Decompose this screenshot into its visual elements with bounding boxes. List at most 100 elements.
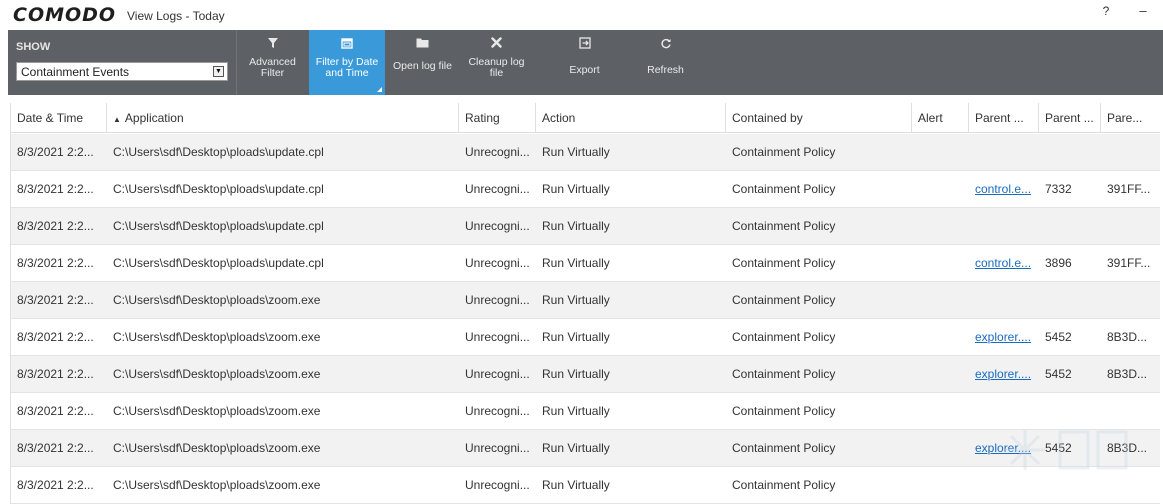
table-row[interactable]: 8/3/2021 2:2... C:\Users\sdf\Desktop\ploa…: [11, 356, 1160, 393]
corner-arrow-icon: [377, 87, 382, 92]
cell-parent-process[interactable]: explorer....: [969, 319, 1039, 355]
refresh-button[interactable]: Refresh: [628, 30, 703, 95]
export-button[interactable]: Export: [547, 30, 622, 95]
cell-application: C:\Users\sdf\Desktop\ploads\zoom.exe: [113, 441, 321, 455]
cell-application: C:\Users\sdf\Desktop\ploads\zoom.exe: [113, 330, 321, 344]
filter-icon: [237, 37, 308, 50]
cell-application: C:\Users\sdf\Desktop\ploads\update.cpl: [113, 145, 324, 159]
table-row[interactable]: 8/3/2021 2:2... C:\Users\sdf\Desktop\ploa…: [11, 467, 1160, 504]
table-header: Date & Time ▲ Application Rating Action C…: [11, 103, 1160, 133]
table-row[interactable]: 8/3/2021 2:2... C:\Users\sdf\Desktop\ploa…: [11, 282, 1160, 319]
logs-table: Date & Time ▲ Application Rating Action C…: [10, 103, 1160, 504]
open-log-file-button[interactable]: Open log file: [386, 30, 459, 95]
cell-parent-process: [969, 134, 1039, 170]
cell-rating: Unrecogni...: [465, 256, 530, 270]
cleanup-log-file-button[interactable]: Cleanup log file: [460, 30, 533, 95]
table-row[interactable]: 8/3/2021 2:2... C:\Users\sdf\Desktop\ploa…: [11, 430, 1160, 467]
comodo-logo: COMODO: [13, 4, 117, 26]
cell-alert: [912, 171, 969, 207]
cell-parent-pid: 5452: [1045, 367, 1072, 381]
advanced-filter-label: Advanced Filter: [249, 56, 296, 79]
cell-parent-process[interactable]: control.e...: [969, 245, 1039, 281]
column-action[interactable]: Action: [536, 103, 726, 133]
column-alert[interactable]: Alert: [912, 103, 969, 133]
cell-application: C:\Users\sdf\Desktop\ploads\zoom.exe: [113, 478, 321, 492]
cell-application: C:\Users\sdf\Desktop\ploads\update.cpl: [113, 182, 324, 196]
minimize-button[interactable]: –: [1136, 3, 1150, 19]
cell-alert: [912, 208, 969, 244]
cell-action: Run Virtually: [542, 367, 610, 381]
help-button[interactable]: ?: [1099, 4, 1113, 20]
cell-contained-by: Containment Policy: [732, 145, 836, 159]
cell-parent-pid: 7332: [1045, 182, 1072, 196]
cell-date-time: 8/3/2021 2:2...: [17, 441, 94, 455]
cell-rating: Unrecogni...: [465, 441, 530, 455]
column-rating[interactable]: Rating: [459, 103, 536, 133]
cell-date-time: 8/3/2021 2:2...: [17, 145, 94, 159]
column-parent-1[interactable]: Parent ...: [969, 103, 1039, 133]
cell-action: Run Virtually: [542, 404, 610, 418]
column-application[interactable]: ▲ Application: [107, 103, 459, 133]
show-dropdown[interactable]: Containment Events ▼: [16, 62, 228, 81]
cell-application: C:\Users\sdf\Desktop\ploads\zoom.exe: [113, 293, 321, 307]
advanced-filter-button[interactable]: Advanced Filter: [237, 30, 308, 95]
cell-action: Run Virtually: [542, 256, 610, 270]
show-panel: SHOW Containment Events ▼: [8, 30, 236, 95]
cell-action: Run Virtually: [542, 145, 610, 159]
column-date-time[interactable]: Date & Time: [11, 103, 107, 133]
cell-action: Run Virtually: [542, 182, 610, 196]
cell-parent-hash: 391FF...: [1107, 182, 1151, 196]
filter-by-date-button[interactable]: Filter by Date and Time: [309, 30, 385, 95]
watermark-logo: [1005, 430, 1128, 470]
table-row[interactable]: 8/3/2021 2:2... C:\Users\sdf\Desktop\ploa…: [11, 393, 1160, 430]
column-parent-2[interactable]: Parent ...: [1039, 103, 1101, 133]
cell-alert: [912, 134, 969, 170]
cell-rating: Unrecogni...: [465, 404, 530, 418]
cell-contained-by: Containment Policy: [732, 330, 836, 344]
dropdown-arrow-icon[interactable]: ▼: [213, 66, 224, 77]
cell-parent-process[interactable]: control.e...: [969, 171, 1039, 207]
cell-contained-by: Containment Policy: [732, 182, 836, 196]
cell-rating: Unrecogni...: [465, 330, 530, 344]
cell-contained-by: Containment Policy: [732, 256, 836, 270]
open-log-file-label: Open log file: [393, 60, 452, 72]
cell-contained-by: Containment Policy: [732, 441, 836, 455]
cell-parent-pid: 5452: [1045, 330, 1072, 344]
cell-rating: Unrecogni...: [465, 219, 530, 233]
cell-alert: [912, 393, 969, 429]
cell-parent-hash: 391FF...: [1107, 256, 1151, 270]
cell-alert: [912, 319, 969, 355]
cell-parent-hash: [1101, 208, 1160, 244]
cell-rating: Unrecogni...: [465, 367, 530, 381]
title-bar: COMODO View Logs - Today ? –: [0, 0, 1163, 30]
calendar-icon: [309, 37, 385, 50]
table-row[interactable]: 8/3/2021 2:2... C:\Users\sdf\Desktop\ploa…: [11, 208, 1160, 245]
sort-ascending-icon: ▲: [113, 115, 121, 124]
table-row[interactable]: 8/3/2021 2:2... C:\Users\sdf\Desktop\ploa…: [11, 245, 1160, 282]
cell-alert: [912, 356, 969, 392]
cell-date-time: 8/3/2021 2:2...: [17, 404, 94, 418]
cell-parent-hash: [1101, 282, 1160, 318]
table-row[interactable]: 8/3/2021 2:2... C:\Users\sdf\Desktop\ploa…: [11, 171, 1160, 208]
cell-parent-process: [969, 208, 1039, 244]
cell-parent-pid: [1039, 208, 1101, 244]
export-label: Export: [569, 64, 600, 76]
cell-action: Run Virtually: [542, 293, 610, 307]
table-row[interactable]: 8/3/2021 2:2... C:\Users\sdf\Desktop\ploa…: [11, 319, 1160, 356]
folder-icon: [386, 37, 459, 50]
cell-rating: Unrecogni...: [465, 293, 530, 307]
cell-date-time: 8/3/2021 2:2...: [17, 256, 94, 270]
cell-alert: [912, 282, 969, 318]
cell-parent-hash: 8B3D...: [1107, 330, 1148, 344]
table-row[interactable]: 8/3/2021 2:2... C:\Users\sdf\Desktop\ploa…: [11, 134, 1160, 171]
export-icon: [547, 37, 622, 50]
cell-parent-process[interactable]: explorer....: [969, 356, 1039, 392]
column-contained-by[interactable]: Contained by: [726, 103, 912, 133]
cell-alert: [912, 245, 969, 281]
refresh-label: Refresh: [647, 64, 684, 76]
column-parent-3[interactable]: Pare...: [1101, 103, 1160, 133]
cell-contained-by: Containment Policy: [732, 478, 836, 492]
refresh-icon: [628, 37, 703, 50]
cell-contained-by: Containment Policy: [732, 219, 836, 233]
toolbar: SHOW Containment Events ▼ Advanced Filte…: [8, 30, 1163, 95]
